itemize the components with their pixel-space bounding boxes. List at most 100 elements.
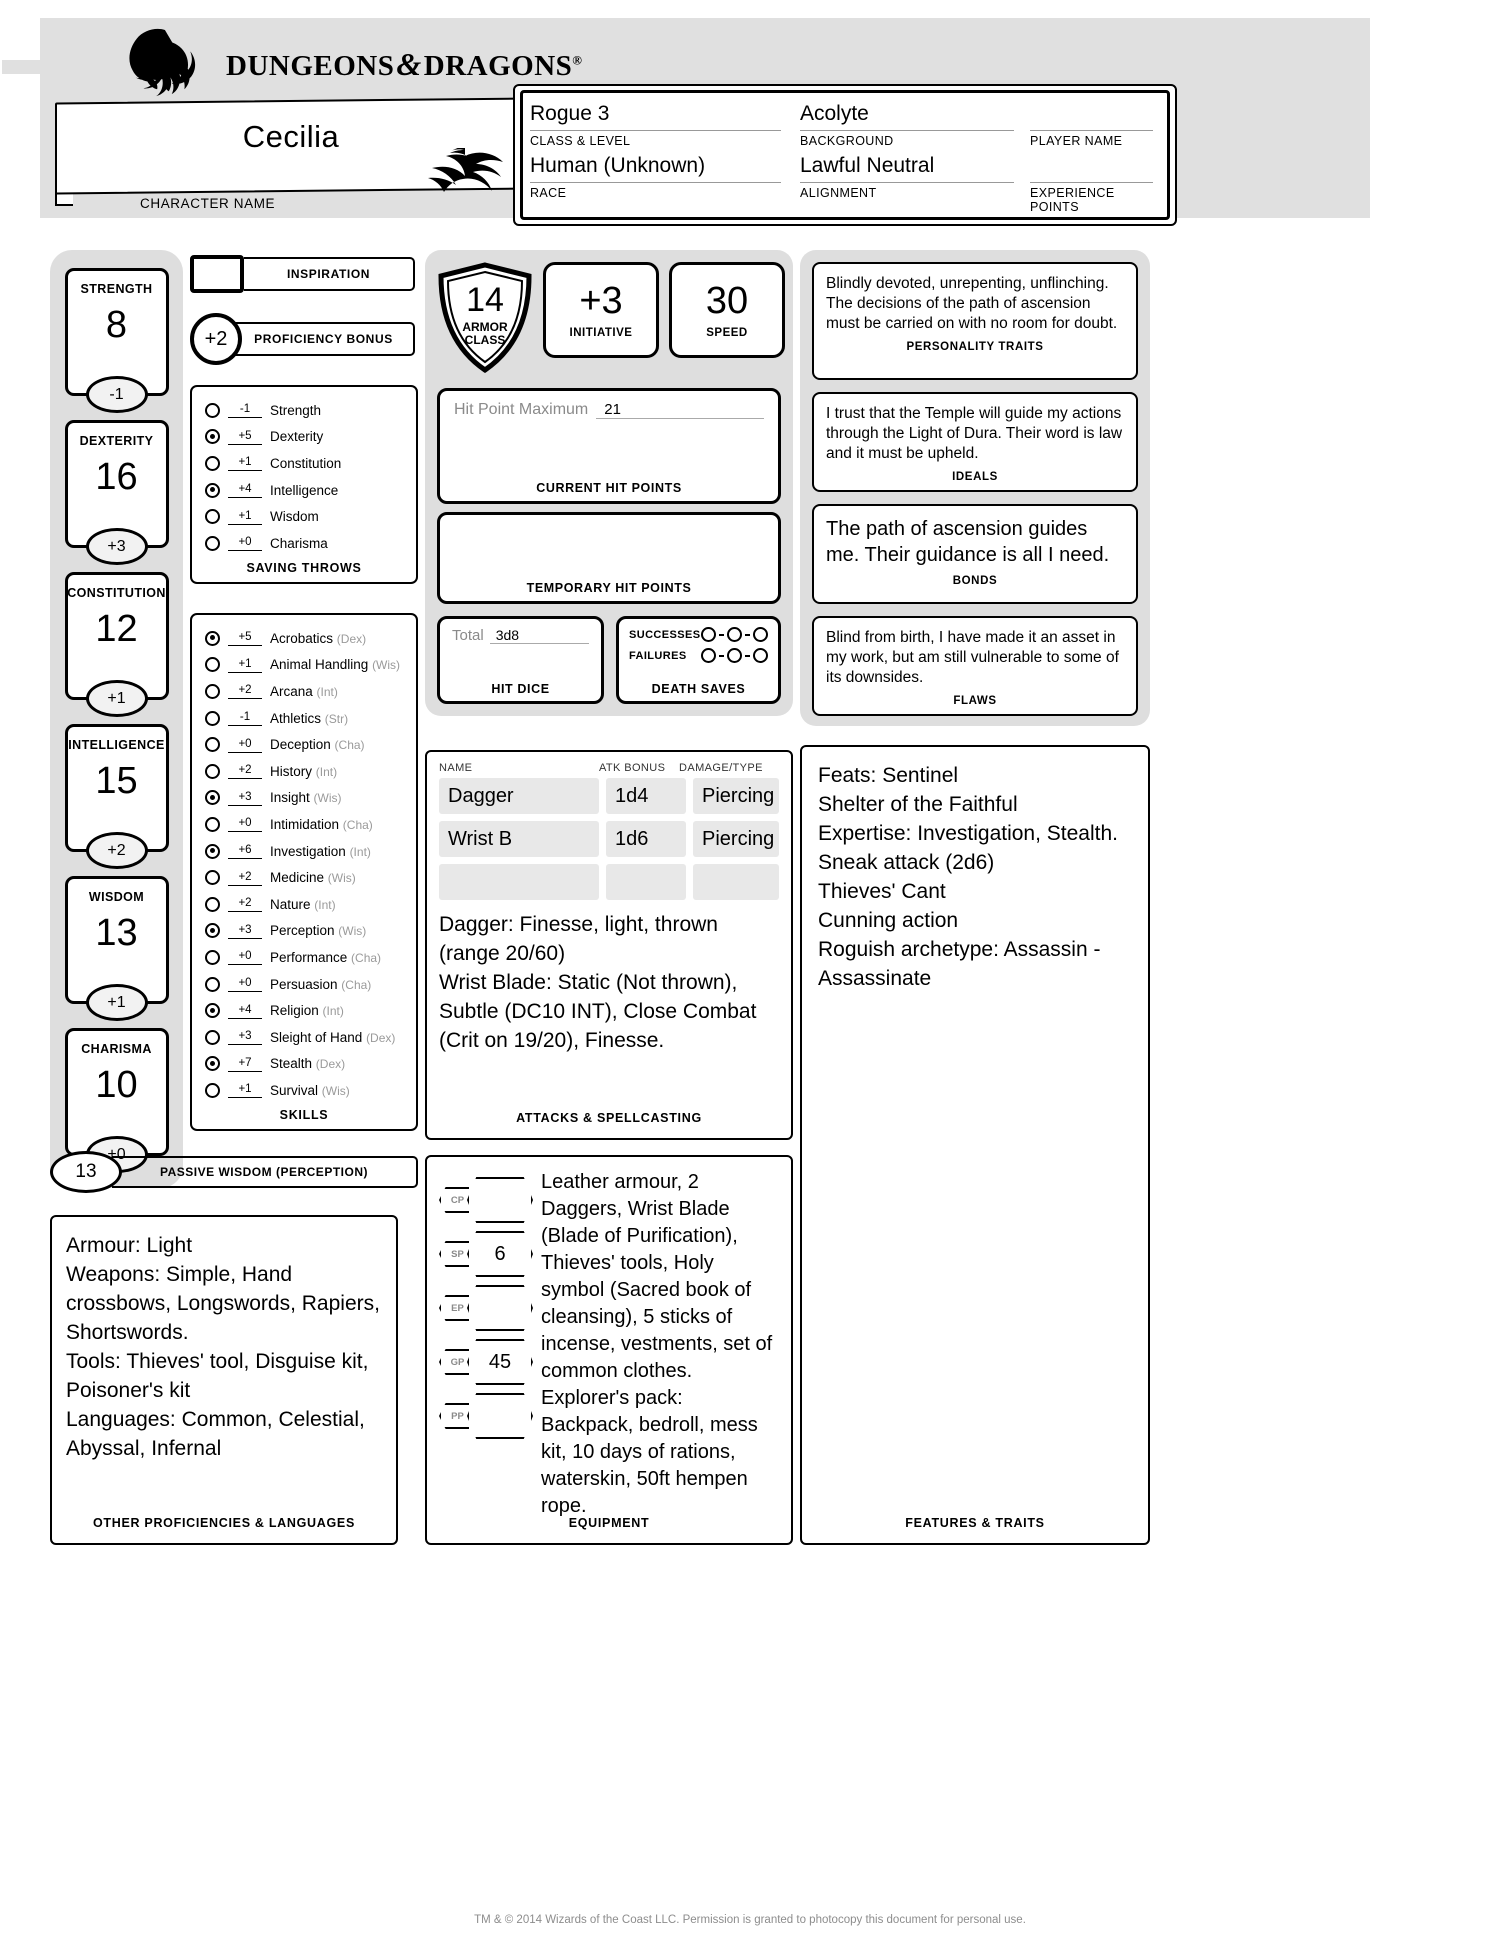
proficiency-bubble[interactable] xyxy=(205,896,220,912)
saving-throw-row[interactable]: +1 Wisdom xyxy=(192,503,416,530)
proficiency-bubble[interactable] xyxy=(205,737,220,753)
proficiency-bubble[interactable] xyxy=(205,429,220,445)
bonds-box[interactable]: The path of ascension guides me. Their g… xyxy=(812,504,1138,604)
skill-row[interactable]: +2 History (Int) xyxy=(192,758,416,785)
skill-row[interactable]: +2 Arcana (Int) xyxy=(192,678,416,705)
proficiency-bubble[interactable] xyxy=(205,923,220,939)
currency-ep[interactable]: EP xyxy=(439,1281,535,1335)
proficiency-bubble[interactable] xyxy=(205,1056,220,1072)
saving-throw-row[interactable]: +0 Charisma xyxy=(192,530,416,557)
currency-amount[interactable] xyxy=(467,1285,533,1331)
saving-throw-row[interactable]: +4 Intelligence xyxy=(192,477,416,504)
attack-bonus[interactable]: 1d4 xyxy=(606,778,686,814)
currency-gp[interactable]: GP 45 xyxy=(439,1335,535,1389)
skill-row[interactable]: +5 Acrobatics (Dex) xyxy=(192,625,416,652)
skill-row[interactable]: +6 Investigation (Int) xyxy=(192,838,416,865)
proficiency-bubble[interactable] xyxy=(205,790,220,806)
ability-charisma[interactable]: CHARISMA 10 +0 xyxy=(64,1028,169,1173)
current-hit-points-box[interactable]: Hit Point Maximum 21 CURRENT HIT POINTS xyxy=(437,388,781,504)
skill-row[interactable]: +0 Persuasion (Cha) xyxy=(192,971,416,998)
ability-dexterity[interactable]: DEXTERITY 16 +3 xyxy=(64,420,169,565)
attack-name[interactable] xyxy=(439,864,599,900)
skill-row[interactable]: +4 Religion (Int) xyxy=(192,997,416,1024)
flaws-box[interactable]: Blind from birth, I have made it an asse… xyxy=(812,616,1138,716)
saving-throw-row[interactable]: -1 Strength xyxy=(192,397,416,424)
proficiency-bubble[interactable] xyxy=(205,455,220,471)
currency-pp[interactable]: PP xyxy=(439,1389,535,1443)
attack-damage-type[interactable]: Piercing xyxy=(693,778,779,814)
skill-row[interactable]: +3 Insight (Wis) xyxy=(192,785,416,812)
attack-row[interactable] xyxy=(439,864,779,900)
passive-wisdom-row[interactable]: 13 PASSIVE WISDOM (PERCEPTION) xyxy=(50,1150,418,1194)
skill-row[interactable]: +0 Intimidation (Cha) xyxy=(192,811,416,838)
attack-name[interactable]: Dagger xyxy=(439,778,599,814)
proficiency-bubble[interactable] xyxy=(205,630,220,646)
death-saves-successes-row[interactable]: SUCCESSES xyxy=(629,627,768,642)
proficiency-bubble[interactable] xyxy=(205,710,220,726)
current-hp-entry-area[interactable] xyxy=(454,419,764,481)
proficiency-bubble[interactable] xyxy=(205,1082,220,1098)
attack-bonus[interactable]: 1d6 xyxy=(606,821,686,857)
death-saves-successes-bubbles[interactable] xyxy=(701,627,768,642)
skill-row[interactable]: +3 Perception (Wis) xyxy=(192,918,416,945)
proficiency-bubble[interactable] xyxy=(205,402,220,418)
proficiency-bubble[interactable] xyxy=(205,843,220,859)
hit-dice-box[interactable]: Total 3d8 HIT DICE xyxy=(437,616,604,704)
death-save-failure-3[interactable] xyxy=(753,648,768,663)
proficiency-bubble[interactable] xyxy=(205,683,220,699)
info-field-race[interactable]: Human (Unknown) RACE xyxy=(530,148,800,214)
death-save-success-1[interactable] xyxy=(701,627,716,642)
temporary-hit-points-box[interactable]: TEMPORARY HIT POINTS xyxy=(437,512,781,604)
saving-throw-row[interactable]: +5 Dexterity xyxy=(192,424,416,451)
attack-bonus[interactable] xyxy=(606,864,686,900)
proficiency-bubble[interactable] xyxy=(205,763,220,779)
ability-intelligence[interactable]: INTELLIGENCE 15 +2 xyxy=(64,724,169,869)
death-saves-failures-bubbles[interactable] xyxy=(701,648,768,663)
death-saves-failures-row[interactable]: FAILURES xyxy=(629,648,768,663)
personality-traits-box[interactable]: Blindly devoted, unrepenting, unflinchin… xyxy=(812,262,1138,380)
info-field-alignment[interactable]: Lawful Neutral ALIGNMENT xyxy=(800,148,1030,214)
ability-constitution[interactable]: CONSTITUTION 12 +1 xyxy=(64,572,169,717)
skill-row[interactable]: -1 Athletics (Str) xyxy=(192,705,416,732)
proficiency-bonus-row[interactable]: +2 PROFICIENCY BONUS xyxy=(190,313,415,365)
ideals-box[interactable]: I trust that the Temple will guide my ac… xyxy=(812,392,1138,492)
proficiency-bubble[interactable] xyxy=(205,816,220,832)
attack-row[interactable]: Wrist B 1d6 Piercing xyxy=(439,821,779,857)
info-field-background[interactable]: Acolyte BACKGROUND xyxy=(800,96,1030,148)
skill-row[interactable]: +0 Performance (Cha) xyxy=(192,944,416,971)
info-field-experience-points[interactable]: EXPERIENCE POINTS xyxy=(1030,148,1162,214)
speed-box[interactable]: 30 SPEED xyxy=(669,262,785,358)
features-traits-panel[interactable]: Feats: Sentinel Shelter of the Faithful … xyxy=(800,745,1150,1545)
death-saves-box[interactable]: SUCCESSES FAILURES DEATH SAVES xyxy=(616,616,781,704)
proficiency-bubble[interactable] xyxy=(205,870,220,886)
info-field-class-level[interactable]: Rogue 3 CLASS & LEVEL xyxy=(530,96,800,148)
death-save-failure-1[interactable] xyxy=(701,648,716,663)
currency-cp[interactable]: CP xyxy=(439,1173,535,1227)
death-save-success-2[interactable] xyxy=(727,627,742,642)
armor-class-shield[interactable]: 14 ARMOR CLASS xyxy=(437,262,533,374)
initiative-box[interactable]: +3 INITIATIVE xyxy=(543,262,659,358)
currency-sp[interactable]: SP 6 xyxy=(439,1227,535,1281)
attack-damage-type[interactable]: Piercing xyxy=(693,821,779,857)
currency-amount[interactable]: 6 xyxy=(467,1231,533,1277)
inspiration-checkbox[interactable] xyxy=(190,255,244,293)
skill-row[interactable]: +2 Medicine (Wis) xyxy=(192,864,416,891)
proficiency-bubble[interactable] xyxy=(205,949,220,965)
proficiency-bubble[interactable] xyxy=(205,1029,220,1045)
attack-damage-type[interactable] xyxy=(693,864,779,900)
proficiency-bubble[interactable] xyxy=(205,509,220,525)
proficiency-bubble[interactable] xyxy=(205,976,220,992)
death-save-success-3[interactable] xyxy=(753,627,768,642)
skill-row[interactable]: +0 Deception (Cha) xyxy=(192,731,416,758)
other-proficiencies-panel[interactable]: Armour: Light Weapons: Simple, Hand cros… xyxy=(50,1215,398,1545)
proficiency-bubble[interactable] xyxy=(205,535,220,551)
currency-amount[interactable]: 45 xyxy=(467,1339,533,1385)
proficiency-bubble[interactable] xyxy=(205,482,220,498)
currency-amount[interactable] xyxy=(467,1393,533,1439)
saving-throw-row[interactable]: +1 Constitution xyxy=(192,450,416,477)
ability-strength[interactable]: STRENGTH 8 -1 xyxy=(64,268,169,413)
attack-name[interactable]: Wrist B xyxy=(439,821,599,857)
death-save-failure-2[interactable] xyxy=(727,648,742,663)
info-field-player-name[interactable]: PLAYER NAME xyxy=(1030,96,1162,148)
proficiency-bubble[interactable] xyxy=(205,657,220,673)
